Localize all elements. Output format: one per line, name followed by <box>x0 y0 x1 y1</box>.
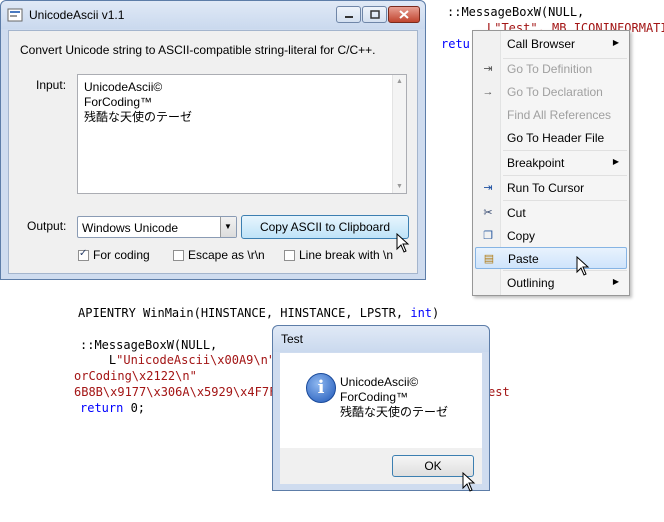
checkbox-label: Escape as \r\n <box>188 248 265 262</box>
code-line: L"UnicodeAscii\x00A9\n" <box>80 353 276 367</box>
escape-crlf-checkbox[interactable]: Escape as \r\n <box>173 248 265 262</box>
output-select[interactable]: Windows Unicode ▼ <box>77 216 237 238</box>
input-label: Input: <box>36 78 67 92</box>
code-line: ::MessageBoxW(NULL, <box>447 5 585 19</box>
code-line: orCoding\x2122\n" <box>74 369 197 383</box>
menu-separator <box>503 270 627 271</box>
menu-item-go-to-declaration[interactable]: → Go To Declaration <box>475 81 627 103</box>
window-title: UnicodeAscii v1.1 <box>29 8 125 22</box>
output-selected-value: Windows Unicode <box>82 221 179 235</box>
menu-separator <box>503 175 627 176</box>
checkbox-box[interactable] <box>284 249 295 261</box>
scroll-up-icon[interactable]: ▲ <box>396 78 403 85</box>
menu-item-run-to-cursor[interactable]: ⇥ Run To Cursor <box>475 177 627 199</box>
dropdown-button[interactable]: ▼ <box>220 217 236 237</box>
mouse-cursor-icon <box>462 472 476 492</box>
copy-ascii-button[interactable]: Copy ASCII to Clipboard <box>241 215 409 239</box>
output-label: Output: <box>27 219 67 233</box>
vertical-scrollbar[interactable]: ▲ ▼ <box>392 75 406 193</box>
description-label: Convert Unicode string to ASCII-compatib… <box>20 43 376 57</box>
run-to-cursor-icon: ⇥ <box>483 182 493 194</box>
chevron-right-icon: ▶ <box>612 38 619 47</box>
menu-item-call-browser[interactable]: Call Browser ▶ <box>475 33 627 55</box>
window-title: Test <box>281 332 304 346</box>
chevron-down-icon: ▼ <box>224 222 232 231</box>
message-text: UnicodeAscii© ForCoding™ 残酷な天使のテーゼ <box>340 375 449 419</box>
maximize-icon <box>370 10 380 19</box>
input-text: UnicodeAscii© ForCoding™ 残酷な天使のテーゼ <box>84 80 193 124</box>
menu-item-go-to-definition[interactable]: ⇥ Go To Definition <box>475 58 627 80</box>
menu-item-find-all-references[interactable]: Find All References <box>475 104 627 126</box>
paste-icon: ▤ <box>483 253 495 265</box>
for-coding-checkbox[interactable]: For coding <box>78 248 150 262</box>
menu-item-paste[interactable]: ▤ Paste <box>475 247 627 269</box>
code-line: return 0; <box>80 401 146 415</box>
test-message-box: Test i UnicodeAscii© ForCoding™ 残酷な天使のテー… <box>272 325 490 491</box>
mouse-cursor-icon <box>396 233 410 253</box>
close-button[interactable] <box>388 6 420 23</box>
code-line: ::MessageBoxW(NULL, <box>80 338 218 352</box>
goto-definition-icon: ⇥ <box>483 63 493 75</box>
mouse-cursor-icon <box>576 256 590 276</box>
checkbox-box[interactable] <box>173 249 184 261</box>
minimize-icon <box>345 16 353 18</box>
scroll-down-icon[interactable]: ▼ <box>396 183 403 190</box>
message-area: i UnicodeAscii© ForCoding™ 残酷な天使のテーゼ <box>280 353 482 448</box>
information-icon: i <box>306 373 336 403</box>
title-bar[interactable]: UnicodeAscii v1.1 <box>1 1 425 29</box>
chevron-right-icon: ▶ <box>612 277 619 286</box>
menu-item-cut[interactable]: ✂ Cut <box>475 202 627 224</box>
menu-item-go-to-header-file[interactable]: Go To Header File <box>475 127 627 149</box>
line-break-checkbox[interactable]: Line break with \n <box>284 248 393 262</box>
window-client-area: Convert Unicode string to ASCII-compatib… <box>8 30 418 274</box>
chevron-right-icon: ▶ <box>612 157 619 166</box>
maximize-button[interactable] <box>362 6 387 23</box>
button-bar: OK <box>280 448 482 484</box>
copy-icon: ❐ <box>483 230 493 242</box>
checkbox-label: Line break with \n <box>299 248 394 262</box>
minimize-button[interactable] <box>336 6 361 23</box>
menu-item-outlining[interactable]: Outlining ▶ <box>475 272 627 294</box>
app-icon <box>7 8 23 22</box>
checkbox-box[interactable] <box>78 248 89 261</box>
title-bar[interactable]: Test <box>273 326 489 352</box>
code-editor-top: ::MessageBoxW(NULL, L"Test", MB_ICONINFO… <box>441 2 664 58</box>
context-menu: Call Browser ▶ ⇥ Go To Definition → Go To D… <box>472 30 630 296</box>
close-icon <box>399 10 409 19</box>
menu-separator <box>503 150 627 151</box>
cut-icon: ✂ <box>483 207 493 219</box>
menu-separator <box>503 200 627 201</box>
unicodeascii-window: UnicodeAscii v1.1 Convert Unicode string… <box>0 0 426 280</box>
input-textarea[interactable]: UnicodeAscii© ForCoding™ 残酷な天使のテーゼ ▲ ▼ <box>77 74 407 194</box>
menu-item-copy[interactable]: ❐ Copy <box>475 225 627 247</box>
code-line: APIENTRY WinMain(HINSTANCE, HINSTANCE, L… <box>78 306 440 320</box>
goto-declaration-icon: → <box>482 86 494 98</box>
checkbox-label: For coding <box>93 248 150 262</box>
code-line: est <box>488 385 510 399</box>
menu-item-breakpoint[interactable]: Breakpoint ▶ <box>475 152 627 174</box>
code-line: 6B8B\x9177\x306A\x5929\x4F7F <box>74 385 277 399</box>
